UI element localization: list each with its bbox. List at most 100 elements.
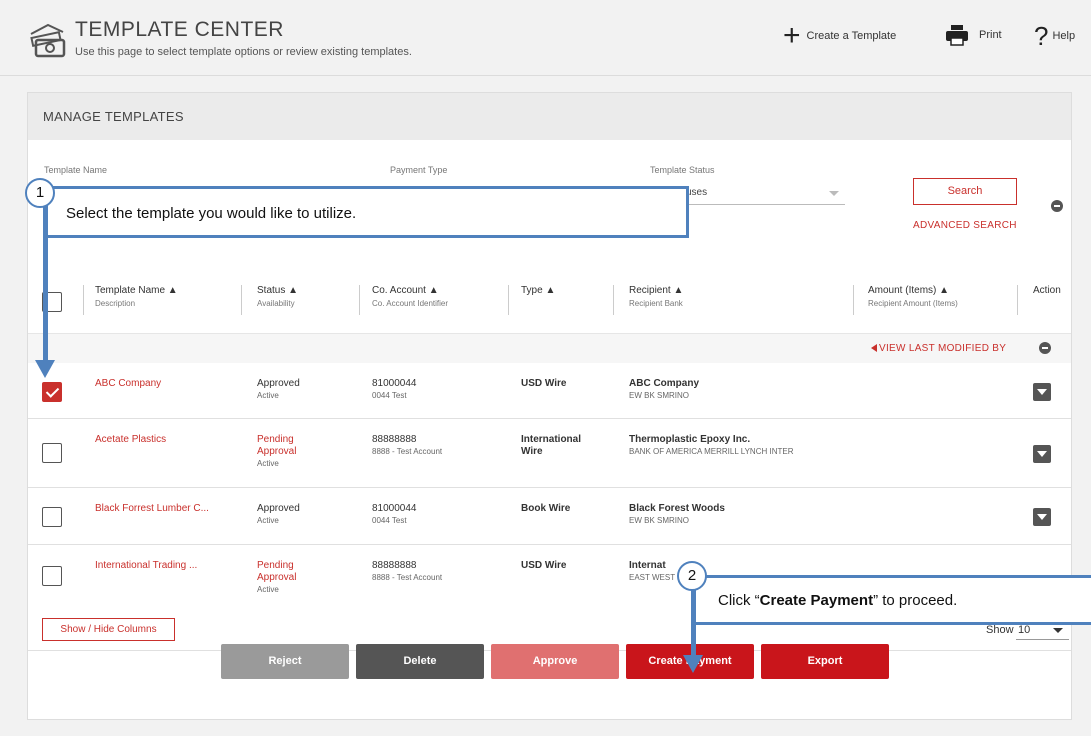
- callout-step-2-pre: Click “: [718, 592, 760, 609]
- col-status-title: Status ▲: [257, 285, 299, 296]
- create-template-label: Create a Template: [806, 30, 897, 42]
- column-divider: [1017, 285, 1018, 315]
- status-cell: Pending Approval Active: [257, 434, 327, 469]
- col-status[interactable]: Status ▲ Availability: [257, 285, 298, 308]
- recipient-bank: EW BK SMRINO: [629, 391, 690, 400]
- account-identifier: 8888 - Test Account: [372, 573, 443, 582]
- recipient-name: Internat: [629, 560, 666, 571]
- col-co-account-title: Co. Account ▲: [372, 285, 439, 296]
- reject-button[interactable]: Reject: [221, 644, 349, 679]
- availability-text: Active: [257, 459, 279, 468]
- account-number: 81000044: [372, 503, 417, 514]
- row-checkbox[interactable]: [42, 443, 62, 463]
- template-name-link[interactable]: Black Forrest Lumber C...: [95, 503, 209, 515]
- chevron-down-icon: [1053, 628, 1063, 633]
- account-cell: 81000044 0044 Test: [372, 503, 417, 526]
- table-row[interactable]: ABC Company Approved Active 81000044 004…: [28, 364, 1071, 419]
- callout-step-1-text: Select the template you would like to ut…: [66, 205, 357, 222]
- type-cell: Book Wire: [521, 503, 571, 514]
- page-size-value: 10: [1018, 624, 1031, 636]
- callout-step-2-post: ” to proceed.: [873, 592, 958, 609]
- col-template-name-title: Template Name ▲: [95, 285, 178, 296]
- account-cell: 88888888 8888 - Test Account: [372, 434, 442, 457]
- col-template-name-sub: Description: [95, 299, 136, 308]
- col-recipient-sub: Recipient Bank: [629, 299, 683, 308]
- status-text: Pending Approval: [257, 560, 297, 583]
- status-text: Approved: [257, 378, 300, 389]
- recipient-name: Thermoplastic Epoxy Inc.: [629, 434, 751, 445]
- row-checkbox[interactable]: [42, 382, 62, 402]
- column-divider: [853, 285, 854, 315]
- create-template-button[interactable]: + Create a Template: [783, 19, 897, 52]
- callout-step-2-text: Click “Create Payment” to proceed.: [718, 592, 957, 609]
- row-action-dropdown[interactable]: [1033, 508, 1051, 526]
- recipient-cell: Thermoplastic Epoxy Inc. BANK OF AMERICA…: [629, 434, 829, 457]
- recipient-name: ABC Company: [629, 378, 700, 389]
- page-title: TEMPLATE CENTER: [75, 18, 284, 41]
- print-button[interactable]: Print: [945, 24, 1002, 46]
- row-action-dropdown[interactable]: [1033, 445, 1051, 463]
- recipient-cell: Internat EAST WEST: [629, 560, 675, 583]
- col-co-account[interactable]: Co. Account ▲ Co. Account Identifier: [372, 285, 448, 308]
- printer-icon: [946, 25, 968, 46]
- page-subtitle: Use this page to select template options…: [75, 46, 412, 58]
- col-amount[interactable]: Amount (Items) ▲ Recipient Amount (Items…: [868, 285, 958, 308]
- type-cell: USD Wire: [521, 560, 567, 571]
- availability-text: Active: [257, 391, 279, 400]
- template-status-filter-label: Template Status: [650, 165, 715, 175]
- row-checkbox[interactable]: [42, 566, 62, 586]
- advanced-search-link[interactable]: ADVANCED SEARCH: [913, 220, 1017, 231]
- column-divider: [359, 285, 360, 315]
- column-divider: [83, 285, 84, 315]
- col-action: Action: [1033, 285, 1061, 296]
- view-last-modified-link[interactable]: VIEW LAST MODIFIED BY: [879, 343, 1006, 354]
- recipient-cell: Black Forest Woods EW BK SMRINO: [629, 503, 725, 526]
- account-identifier: 0044 Test: [372, 391, 407, 400]
- chevron-down-icon: [829, 191, 839, 196]
- col-action-title: Action: [1033, 285, 1061, 296]
- export-button[interactable]: Export: [761, 644, 889, 679]
- payment-type-filter-label: Payment Type: [390, 165, 448, 175]
- template-name-link[interactable]: International Trading ...: [95, 560, 197, 572]
- account-number: 88888888: [372, 434, 417, 445]
- row-checkbox[interactable]: [42, 507, 62, 527]
- col-template-name[interactable]: Template Name ▲ Description: [95, 285, 178, 308]
- type-cell: USD Wire: [521, 378, 567, 389]
- help-label: Help: [1052, 30, 1076, 42]
- availability-text: Active: [257, 585, 279, 594]
- account-cell: 81000044 0044 Test: [372, 378, 417, 401]
- collapse-column-icon[interactable]: [1039, 342, 1051, 354]
- show-hide-columns-button[interactable]: Show / Hide Columns: [42, 618, 175, 641]
- table-row[interactable]: Acetate Plastics Pending Approval Active…: [28, 420, 1071, 488]
- col-amount-sub: Recipient Amount (Items): [868, 299, 958, 308]
- template-name-link[interactable]: Acetate Plastics: [95, 434, 166, 446]
- col-status-sub: Availability: [257, 299, 295, 308]
- search-button[interactable]: Search: [913, 178, 1017, 205]
- card-header: MANAGE TEMPLATES: [28, 93, 1071, 140]
- col-type-title: Type ▲: [521, 285, 556, 296]
- recipient-bank: BANK OF AMERICA MERRILL LYNCH INTER: [629, 447, 794, 456]
- callout-arrow-line: [43, 186, 48, 362]
- callout-step-2-number: 2: [677, 561, 707, 591]
- template-name-link[interactable]: ABC Company: [95, 378, 161, 390]
- status-text: Approved: [257, 503, 300, 514]
- help-button[interactable]: ? Help: [1034, 23, 1076, 49]
- delete-button[interactable]: Delete: [356, 644, 484, 679]
- col-type[interactable]: Type ▲: [521, 285, 555, 296]
- last-modified-bar: VIEW LAST MODIFIED BY: [28, 334, 1071, 363]
- plus-icon: +: [783, 19, 801, 52]
- col-recipient[interactable]: Recipient ▲ Recipient Bank: [629, 285, 683, 308]
- col-amount-title: Amount (Items) ▲: [868, 285, 950, 296]
- arrow-down-icon: [35, 360, 55, 378]
- approve-button[interactable]: Approve: [491, 644, 619, 679]
- row-action-dropdown[interactable]: [1033, 383, 1051, 401]
- recipient-name: Black Forest Woods: [629, 503, 725, 514]
- collapse-filters-icon[interactable]: [1051, 200, 1063, 212]
- recipient-bank: EAST WEST: [629, 573, 676, 582]
- table-row[interactable]: Black Forrest Lumber C... Approved Activ…: [28, 489, 1071, 545]
- account-cell: 88888888 8888 - Test Account: [372, 560, 442, 583]
- template-name-filter-label: Template Name: [44, 165, 108, 175]
- type-cell: International Wire: [521, 434, 582, 457]
- account-number: 88888888: [372, 560, 417, 571]
- status-cell: Approved Active: [257, 503, 300, 526]
